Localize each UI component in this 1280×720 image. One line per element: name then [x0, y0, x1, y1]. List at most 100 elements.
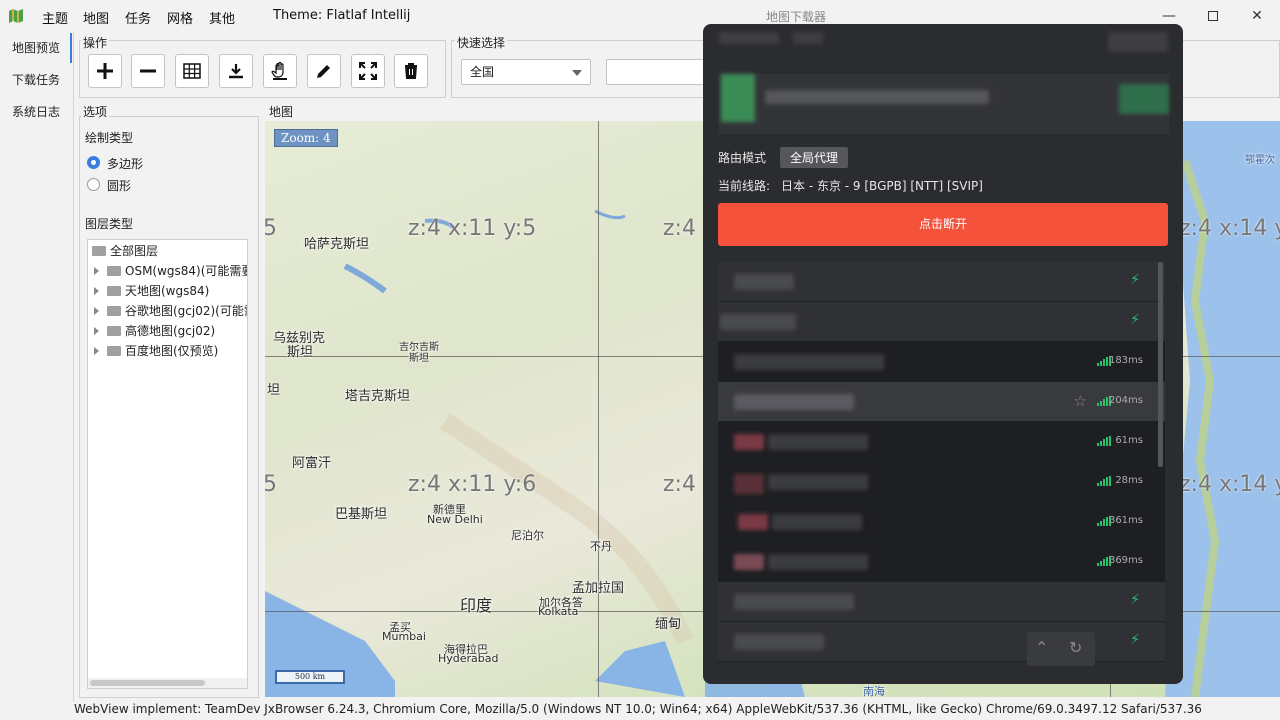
- maximize-button[interactable]: [1190, 0, 1236, 32]
- tree-item-label: 高德地图(gcj02): [125, 324, 216, 338]
- scroll-top-icon[interactable]: ⌃: [1035, 638, 1048, 657]
- expand-arrow-icon: [94, 287, 99, 295]
- pan-button[interactable]: [263, 54, 297, 88]
- signal-icon: [1097, 476, 1111, 486]
- menu-map[interactable]: 地图: [83, 8, 109, 27]
- redacted-node-name: [734, 634, 824, 650]
- menu-theme[interactable]: 主题: [42, 8, 68, 27]
- bolt-icon: ⚡︎: [1130, 632, 1140, 648]
- menu-task[interactable]: 任务: [125, 8, 151, 27]
- signal-icon: [1097, 436, 1111, 446]
- app-logo-icon: [8, 8, 24, 24]
- tree-item-osm[interactable]: OSM(wgs84)(可能需要: [94, 261, 248, 281]
- layer-tree: 全部图层 OSM(wgs84)(可能需要 天地图(wgs84) 谷歌地图(gcj…: [87, 239, 248, 689]
- draw-type-label: 绘制类型: [85, 131, 134, 145]
- flag-icon: [734, 434, 764, 450]
- place-label: 斯坦: [287, 345, 314, 360]
- flag-icon: [738, 514, 768, 530]
- bolt-icon: ⚡︎: [1130, 272, 1140, 288]
- draw-button[interactable]: [307, 54, 341, 88]
- node-row[interactable]: ⚡︎: [718, 582, 1165, 622]
- redacted-node-name: [734, 354, 884, 370]
- tree-item-tianditu[interactable]: 天地图(wgs84): [94, 281, 209, 301]
- download-icon: [229, 64, 243, 79]
- vpn-client-window: 路由模式 全局代理 当前线路: 日本 - 东京 - 9 [BGPB] [NTT]…: [703, 24, 1183, 684]
- refresh-icon[interactable]: ↻: [1069, 638, 1082, 657]
- tile-label: z:4 x:14 y: [1179, 472, 1280, 497]
- bolt-icon: ⚡︎: [1130, 592, 1140, 608]
- node-list-scrollbar[interactable]: [1158, 262, 1163, 467]
- radio-button-selected: [87, 156, 100, 169]
- node-row[interactable]: 361ms: [718, 502, 1165, 542]
- tree-root[interactable]: 全部图层: [92, 241, 158, 261]
- place-label: 缅甸: [655, 617, 682, 632]
- menu-other[interactable]: 其他: [209, 8, 235, 27]
- tree-item-google[interactable]: 谷歌地图(gcj02)(可能需: [94, 301, 248, 321]
- expand-arrow-icon: [94, 307, 99, 315]
- node-row[interactable]: ⚡︎: [718, 622, 1165, 662]
- node-row[interactable]: 28ms: [718, 462, 1165, 502]
- close-icon: ✕: [1251, 8, 1263, 24]
- remove-button[interactable]: [131, 54, 165, 88]
- node-row[interactable]: ☆ 204ms: [718, 382, 1165, 422]
- status-bar: WebView implement: TeamDev JxBrowser 6.2…: [74, 702, 1202, 716]
- hand-icon: [271, 61, 287, 80]
- place-label: Kolkata: [538, 605, 579, 618]
- quick-select-title: 快速选择: [455, 34, 508, 51]
- nav-system-log[interactable]: 系统日志: [0, 97, 72, 127]
- tree-horizontal-scrollbar[interactable]: [88, 678, 247, 688]
- grid-button[interactable]: [175, 54, 209, 88]
- scrollbar-thumb[interactable]: [90, 680, 205, 686]
- tree-item-label: OSM(wgs84)(可能需要: [125, 264, 248, 278]
- tree-item-baidu[interactable]: 百度地图(仅预览): [94, 341, 218, 361]
- delete-button[interactable]: [394, 54, 428, 88]
- grid-icon: [183, 63, 201, 79]
- tree-item-amap[interactable]: 高德地图(gcj02): [94, 321, 215, 341]
- node-row[interactable]: ⚡︎: [718, 302, 1165, 342]
- fullscreen-button[interactable]: [351, 54, 385, 88]
- place-label: 哈萨克斯坦: [304, 237, 370, 252]
- floating-controls: ⌃ ↻: [1027, 632, 1095, 666]
- route-mode-value[interactable]: 全局代理: [780, 147, 849, 168]
- star-icon[interactable]: ☆: [1074, 392, 1087, 410]
- place-label: 尼泊尔: [511, 529, 544, 542]
- tree-root-label: 全部图层: [110, 244, 159, 258]
- tile-label: 5: [265, 472, 277, 497]
- quick-select-value: 全国: [470, 65, 495, 79]
- quick-select-combo[interactable]: 全国: [461, 59, 591, 85]
- redacted-node-name: [768, 554, 868, 570]
- maximize-icon: [1208, 11, 1218, 21]
- expand-arrow-icon: [94, 327, 99, 335]
- layer-type-label: 图层类型: [85, 217, 134, 231]
- node-row[interactable]: ⚡︎: [718, 262, 1165, 302]
- menu-grid[interactable]: 网格: [167, 8, 193, 27]
- redacted-node-name: [734, 594, 854, 610]
- place-label: New Delhi: [427, 513, 483, 526]
- add-button[interactable]: [88, 54, 122, 88]
- folder-icon: [107, 306, 121, 316]
- redacted-node-name: [768, 434, 868, 450]
- disconnect-button[interactable]: 点击断开: [718, 203, 1168, 246]
- node-row[interactable]: 369ms: [718, 542, 1165, 582]
- download-button[interactable]: [219, 54, 253, 88]
- radio-circle-label: 圆形: [107, 179, 132, 193]
- node-row[interactable]: 183ms: [718, 342, 1165, 382]
- tree-item-label: 谷歌地图(gcj02)(可能需: [125, 304, 248, 318]
- latency-value: 183ms: [1108, 355, 1143, 366]
- flag-icon: [734, 554, 764, 570]
- close-button[interactable]: ✕: [1234, 0, 1280, 32]
- flag-icon: [734, 474, 764, 494]
- redacted-node-name: [720, 314, 796, 330]
- redacted-text: [719, 32, 779, 44]
- place-label: Hyderabad: [438, 652, 499, 665]
- quick-select-secondary-combo[interactable]: [606, 59, 716, 85]
- nav-download-tasks[interactable]: 下载任务: [0, 65, 72, 95]
- tree-item-label: 天地图(wgs84): [125, 284, 210, 298]
- scale-bar: 500 km: [275, 670, 345, 684]
- nav-map-preview[interactable]: 地图预览: [0, 33, 72, 63]
- place-label: 阿富汗: [292, 456, 332, 471]
- expand-icon: [359, 62, 377, 80]
- node-row[interactable]: 61ms: [718, 422, 1165, 462]
- place-label: 不丹: [590, 540, 612, 553]
- map-title: 地图: [267, 103, 296, 120]
